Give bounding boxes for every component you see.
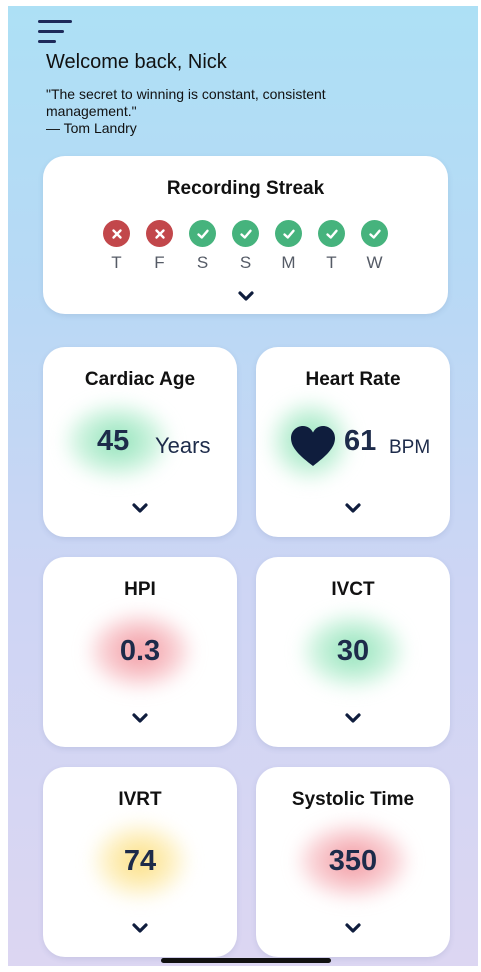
ivct-card[interactable]: IVCT 30 bbox=[256, 557, 450, 747]
ivrt-value: 74 bbox=[123, 845, 157, 877]
ivrt-card[interactable]: IVRT 74 bbox=[43, 767, 237, 957]
expand-hpi-chevron-down-icon[interactable] bbox=[131, 712, 149, 724]
cardiac-age-card[interactable]: Cardiac Age 45 Years bbox=[43, 347, 237, 537]
streak-day: T bbox=[316, 220, 347, 273]
ivct-title: IVCT bbox=[331, 579, 375, 600]
missed-x-icon bbox=[103, 220, 130, 247]
streak-days: TFSSMTW bbox=[101, 220, 390, 273]
streak-day-letter: S bbox=[239, 253, 252, 272]
hpi-value: 0.3 bbox=[119, 635, 161, 667]
motivational-quote: "The secret to winning is constant, cons… bbox=[46, 86, 346, 137]
recorded-check-icon bbox=[189, 220, 216, 247]
streak-day: T bbox=[101, 220, 132, 273]
streak-day-letter: F bbox=[154, 253, 165, 272]
streak-day: S bbox=[230, 220, 261, 273]
recorded-check-icon bbox=[361, 220, 388, 247]
streak-day-letter: S bbox=[196, 253, 209, 272]
streak-day: M bbox=[273, 220, 304, 273]
hpi-card[interactable]: HPI 0.3 bbox=[43, 557, 237, 747]
home-indicator[interactable] bbox=[161, 958, 331, 963]
expand-heart-rate-chevron-down-icon[interactable] bbox=[344, 502, 362, 514]
heart-rate-unit: BPM bbox=[389, 437, 431, 458]
streak-day-letter: T bbox=[111, 253, 122, 272]
expand-cardiac-age-chevron-down-icon[interactable] bbox=[131, 502, 149, 514]
hpi-title: HPI bbox=[124, 579, 156, 600]
quote-author: — Tom Landry bbox=[46, 120, 137, 136]
welcome-message: Welcome back, Nick bbox=[46, 51, 227, 73]
missed-x-icon bbox=[146, 220, 173, 247]
heart-icon bbox=[290, 425, 336, 467]
systolic-time-card[interactable]: Systolic Time 350 bbox=[256, 767, 450, 957]
hamburger-menu-icon[interactable] bbox=[38, 18, 74, 46]
systolic-time-title: Systolic Time bbox=[291, 789, 415, 810]
cardiac-age-value: 45 bbox=[97, 425, 130, 457]
expand-ivrt-chevron-down-icon[interactable] bbox=[131, 922, 149, 934]
heart-rate-value: 61 bbox=[344, 425, 377, 457]
expand-systolic-time-chevron-down-icon[interactable] bbox=[344, 922, 362, 934]
expand-streak-chevron-down-icon[interactable] bbox=[237, 290, 255, 302]
streak-day: W bbox=[359, 220, 390, 273]
recording-streak-card[interactable]: Recording Streak T F S S M T W bbox=[43, 156, 448, 314]
streak-day: S bbox=[187, 220, 218, 273]
recorded-check-icon bbox=[232, 220, 259, 247]
recorded-check-icon bbox=[318, 220, 345, 247]
app-screen: Welcome back, Nick "The secret to winnin… bbox=[8, 6, 478, 966]
cardiac-age-unit: Years bbox=[155, 433, 211, 458]
recorded-check-icon bbox=[275, 220, 302, 247]
streak-day-letter: W bbox=[366, 253, 383, 272]
streak-day-letter: M bbox=[281, 253, 296, 272]
expand-ivct-chevron-down-icon[interactable] bbox=[344, 712, 362, 724]
heart-rate-title: Heart Rate bbox=[305, 369, 401, 390]
streak-title: Recording Streak bbox=[166, 178, 325, 199]
cardiac-age-title: Cardiac Age bbox=[84, 369, 196, 390]
ivct-value: 30 bbox=[336, 635, 370, 667]
systolic-time-value: 350 bbox=[328, 845, 378, 877]
heart-rate-card[interactable]: Heart Rate 61 BPM bbox=[256, 347, 450, 537]
streak-day: F bbox=[144, 220, 175, 273]
quote-text: "The secret to winning is constant, cons… bbox=[46, 86, 326, 119]
ivrt-title: IVRT bbox=[118, 789, 162, 810]
streak-day-letter: T bbox=[326, 253, 337, 272]
